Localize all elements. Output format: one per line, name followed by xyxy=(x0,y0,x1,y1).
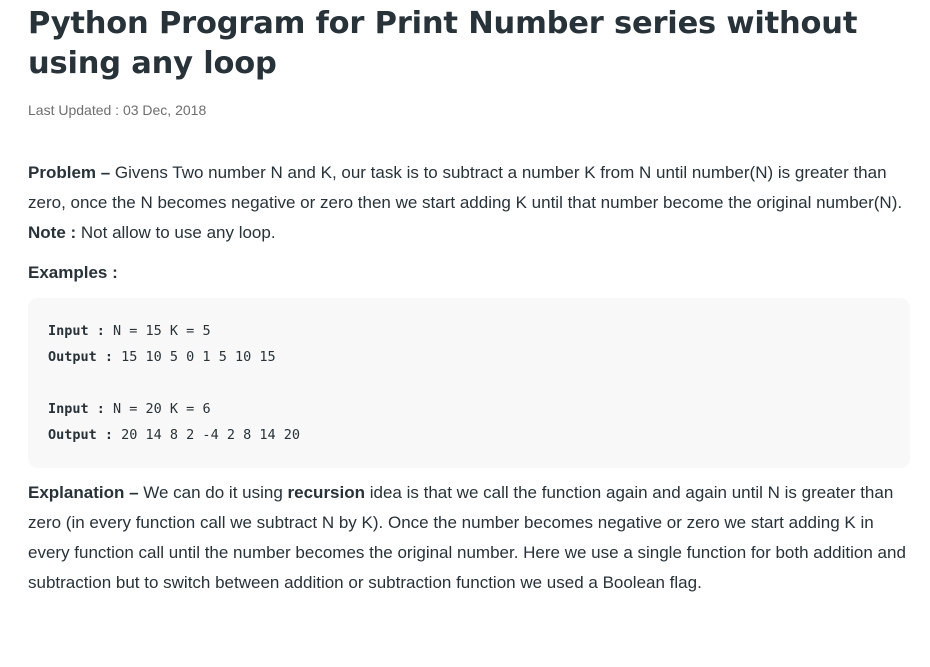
recursion-keyword: recursion xyxy=(287,483,366,502)
input-label: Input : xyxy=(48,401,105,417)
note-label: Note : xyxy=(28,223,81,242)
article-page: Python Program for Print Number series w… xyxy=(0,0,930,667)
input-value: N = 20 K = 6 xyxy=(104,401,211,417)
input-label: Input : xyxy=(48,323,105,339)
output-label: Output : xyxy=(48,349,114,365)
output-label: Output : xyxy=(48,427,114,443)
examples-code-block: Input : N = 15 K = 5 Output : 15 10 5 0 … xyxy=(28,298,910,468)
problem-label: Problem – xyxy=(28,163,115,182)
explanation-label: Explanation – xyxy=(28,483,144,502)
output-value: 20 14 8 2 -4 2 8 14 20 xyxy=(113,427,300,443)
examples-heading: Examples : xyxy=(28,263,118,282)
note-text: Not allow to use any loop. xyxy=(80,223,276,242)
explanation-paragraph: Explanation – We can do it using recursi… xyxy=(28,478,910,598)
problem-paragraph: Problem – Givens Two number N and K, our… xyxy=(28,158,910,218)
last-updated: Last Updated : 03 Dec, 2018 xyxy=(28,102,207,118)
example-2-input: Input : N = 20 K = 6 xyxy=(48,396,890,422)
example-1-input: Input : N = 15 K = 5 xyxy=(48,318,890,344)
output-value: 15 10 5 0 1 5 10 15 xyxy=(113,349,276,365)
problem-text: Givens Two number N and K, our task is t… xyxy=(28,163,903,212)
example-1-output: Output : 15 10 5 0 1 5 10 15 xyxy=(48,344,890,370)
code-spacer xyxy=(48,370,890,396)
example-2-output: Output : 20 14 8 2 -4 2 8 14 20 xyxy=(48,422,890,448)
note-paragraph: Note : Not allow to use any loop. xyxy=(28,218,910,248)
explanation-text-before: We can do it using xyxy=(143,483,288,502)
input-value: N = 15 K = 5 xyxy=(104,323,211,339)
article-title: Python Program for Print Number series w… xyxy=(28,6,858,81)
